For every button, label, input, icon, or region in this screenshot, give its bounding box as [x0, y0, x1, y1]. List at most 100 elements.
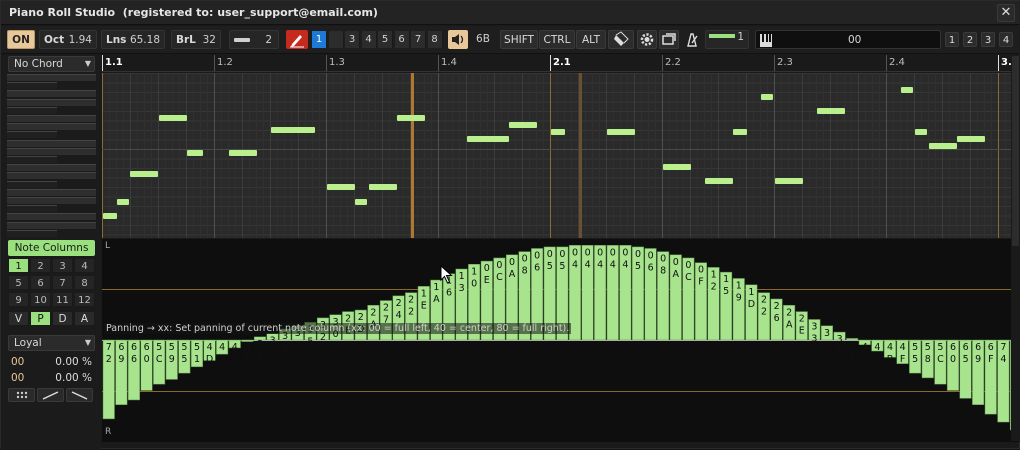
piano-key[interactable]	[7, 180, 57, 188]
note-grid[interactable]	[102, 73, 1020, 238]
note-column-button[interactable]: 12	[74, 292, 95, 307]
note-block[interactable]	[901, 87, 913, 93]
note-block[interactable]	[733, 129, 747, 135]
note-column-button[interactable]: 7	[52, 275, 73, 290]
mode-select[interactable]: Loyal ▼	[8, 335, 95, 351]
piano-key[interactable]	[7, 98, 96, 106]
note-block[interactable]	[187, 150, 203, 156]
note-column-button[interactable]: 4	[74, 258, 95, 273]
track-number-button[interactable]: 4	[999, 32, 1013, 47]
alt-button[interactable]: ALT	[576, 30, 606, 49]
piano-key[interactable]	[7, 164, 96, 172]
shift-button[interactable]: SHIFT	[500, 30, 538, 49]
keyboard-input-field[interactable]: 00	[755, 30, 941, 49]
randomize-button[interactable]	[8, 388, 35, 402]
piano-key[interactable]	[7, 147, 96, 155]
piano-keyboard[interactable]	[7, 74, 96, 239]
note-column-button[interactable]: 8	[74, 275, 95, 290]
segment-button[interactable]: 4	[361, 31, 377, 48]
column-mode-d-button[interactable]: D	[52, 311, 73, 326]
piano-key[interactable]	[7, 123, 96, 131]
step-field[interactable]: 2	[229, 30, 279, 49]
piano-key[interactable]	[7, 74, 96, 81]
note-column-button[interactable]: 2	[30, 258, 51, 273]
octave-field[interactable]: Oct 1.94	[39, 30, 97, 49]
piano-key[interactable]	[7, 139, 96, 147]
panning-automation-lane[interactable]: 726966605C5955514D4945413E3C39373532302E…	[102, 239, 1020, 442]
note-block[interactable]	[369, 184, 397, 190]
note-column-button[interactable]: 10	[30, 292, 51, 307]
note-block[interactable]	[915, 129, 927, 135]
segment-button[interactable]	[328, 31, 344, 48]
column-mode-p-button[interactable]: P	[30, 311, 51, 326]
piano-key[interactable]	[7, 106, 57, 114]
segment-button[interactable]: 8	[427, 31, 443, 48]
ramp-down-button[interactable]	[66, 388, 93, 402]
note-block[interactable]	[509, 122, 537, 128]
piano-key[interactable]	[7, 188, 96, 196]
note-column-button[interactable]: 5	[8, 275, 29, 290]
note-block[interactable]	[957, 136, 985, 142]
lines-field[interactable]: Lns 65.18	[101, 30, 165, 49]
note-block[interactable]	[355, 199, 367, 205]
note-column-button[interactable]: 11	[52, 292, 73, 307]
note-block[interactable]	[607, 129, 635, 135]
note-block[interactable]	[551, 129, 565, 135]
piano-key[interactable]	[7, 172, 96, 180]
timeline-ruler[interactable]: 1.1 1.2 1.3 1.4 2.1 2.2 2.3 2.4 3.1	[102, 55, 1020, 72]
ctrl-button[interactable]: CTRL	[539, 30, 575, 49]
piano-key[interactable]	[7, 90, 96, 98]
draw-mode-button[interactable]	[286, 30, 308, 49]
piano-key[interactable]	[7, 131, 57, 139]
eraser-button[interactable]	[608, 30, 634, 49]
settings-button[interactable]	[637, 30, 657, 49]
chord-select[interactable]: No Chord ▼	[8, 56, 95, 72]
note-block[interactable]	[705, 178, 733, 184]
segment-button[interactable]: 1	[312, 31, 327, 48]
vertical-scrollbar[interactable]	[1011, 55, 1020, 441]
note-block[interactable]	[130, 171, 158, 177]
window-mode-button[interactable]	[659, 30, 679, 49]
note-block[interactable]	[327, 184, 355, 190]
column-mode-a-button[interactable]: A	[74, 311, 95, 326]
on-toggle-button[interactable]: ON	[7, 30, 35, 49]
note-block[interactable]	[117, 199, 129, 205]
note-block[interactable]	[271, 127, 315, 133]
piano-key[interactable]	[7, 205, 57, 213]
note-block[interactable]	[397, 115, 425, 121]
note-columns-button[interactable]: Note Columns	[8, 240, 95, 256]
segment-button[interactable]: 7	[411, 31, 426, 48]
note-column-button[interactable]: 1	[8, 258, 29, 273]
piano-key[interactable]	[7, 115, 96, 122]
note-column-button[interactable]: 3	[52, 258, 73, 273]
volume-button[interactable]	[448, 30, 468, 49]
column-mode-v-button[interactable]: V	[8, 311, 29, 326]
segment-button[interactable]: 5	[378, 31, 393, 48]
note-block[interactable]	[229, 150, 257, 156]
track-number-button[interactable]: 1	[945, 32, 959, 47]
value-row[interactable]: 00 0.00 %	[8, 355, 95, 370]
bar-length-field[interactable]: BrL 32	[171, 30, 221, 49]
piano-key[interactable]	[7, 82, 57, 90]
note-block[interactable]	[467, 136, 509, 142]
ramp-up-button[interactable]	[37, 388, 64, 402]
note-block[interactable]	[775, 178, 803, 184]
piano-key[interactable]	[7, 156, 57, 163]
piano-key[interactable]	[7, 229, 57, 237]
segment-button[interactable]: 6	[394, 31, 410, 48]
note-column-button[interactable]: 9	[8, 292, 29, 307]
note-block[interactable]	[663, 164, 691, 170]
piano-key[interactable]	[7, 213, 96, 221]
note-column-button[interactable]: 6	[30, 275, 51, 290]
note-block[interactable]	[817, 108, 845, 114]
note-block[interactable]	[761, 94, 773, 100]
note-block[interactable]	[159, 115, 187, 121]
segment-button[interactable]: 3	[345, 31, 360, 48]
piano-key[interactable]	[7, 221, 96, 229]
track-number-button[interactable]: 2	[963, 32, 977, 47]
piano-key[interactable]	[7, 197, 96, 204]
track-number-button[interactable]: 3	[981, 32, 995, 47]
metronome-button[interactable]	[683, 30, 701, 49]
note-block[interactable]	[929, 143, 957, 149]
scrollbar-thumb[interactable]	[1012, 56, 1019, 246]
